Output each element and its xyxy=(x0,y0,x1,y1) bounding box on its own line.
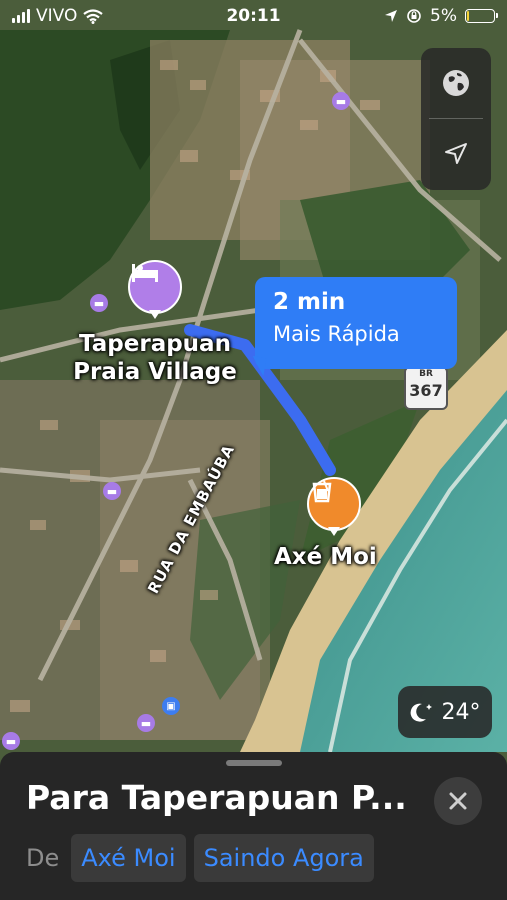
route-callout[interactable]: 2 min Mais Rápida xyxy=(255,277,457,369)
hotel-poi[interactable]: ▬ xyxy=(2,732,20,750)
origin-chip[interactable]: Axé Moi xyxy=(71,834,186,882)
temperature: 24° xyxy=(441,699,481,725)
map-controls xyxy=(421,48,491,190)
cocktail-icon[interactable] xyxy=(307,477,361,531)
sheet-grabber[interactable] xyxy=(226,760,282,766)
origin-row: De Axé Moi Saindo Agora xyxy=(26,834,374,882)
route-eta: 2 min xyxy=(273,289,346,315)
place-label-taperapuan[interactable]: Taperapuan Praia Village xyxy=(62,330,248,386)
fuel-poi[interactable]: ▣ xyxy=(162,697,180,715)
place-label-line1: Taperapuan xyxy=(79,331,231,357)
hotel-pin-tail xyxy=(149,310,161,319)
bed-icon[interactable] xyxy=(128,260,182,314)
bar-pin-tail xyxy=(328,527,340,536)
status-bar: VIVO 20:11 5% xyxy=(0,0,507,34)
hotel-poi[interactable]: ▬ xyxy=(332,92,350,110)
location-services-icon xyxy=(385,10,398,22)
battery-percent: 5% xyxy=(430,6,457,26)
weather-widget[interactable]: 24° xyxy=(398,686,492,738)
orientation-lock-icon xyxy=(407,9,421,23)
destination-title: Para Taperapuan P... xyxy=(26,778,407,817)
location-arrow-icon[interactable] xyxy=(421,119,491,189)
directions-sheet: Para Taperapuan P... De Axé Moi Saindo A… xyxy=(0,752,507,900)
highway-shield-top: BR xyxy=(419,369,433,379)
globe-icon[interactable] xyxy=(421,48,491,118)
place-label-axe-moi[interactable]: Axé Moi xyxy=(274,544,377,570)
close-icon xyxy=(449,792,467,810)
moon-stars-icon xyxy=(410,703,432,722)
highway-shield-number: 367 xyxy=(409,381,443,400)
hotel-poi[interactable]: ▬ xyxy=(90,294,108,312)
close-button[interactable] xyxy=(434,777,482,825)
status-right: 5% xyxy=(384,6,498,26)
place-label-line2: Praia Village xyxy=(73,359,237,385)
route-label: Mais Rápida xyxy=(273,322,400,346)
hotel-poi[interactable]: ▬ xyxy=(137,714,155,732)
battery-icon xyxy=(465,9,498,23)
highway-shield: BR 367 xyxy=(404,366,448,410)
from-label: De xyxy=(26,844,60,872)
battery-fill xyxy=(467,11,469,21)
hotel-poi[interactable]: ▬ xyxy=(103,482,121,500)
departure-chip[interactable]: Saindo Agora xyxy=(193,834,374,882)
